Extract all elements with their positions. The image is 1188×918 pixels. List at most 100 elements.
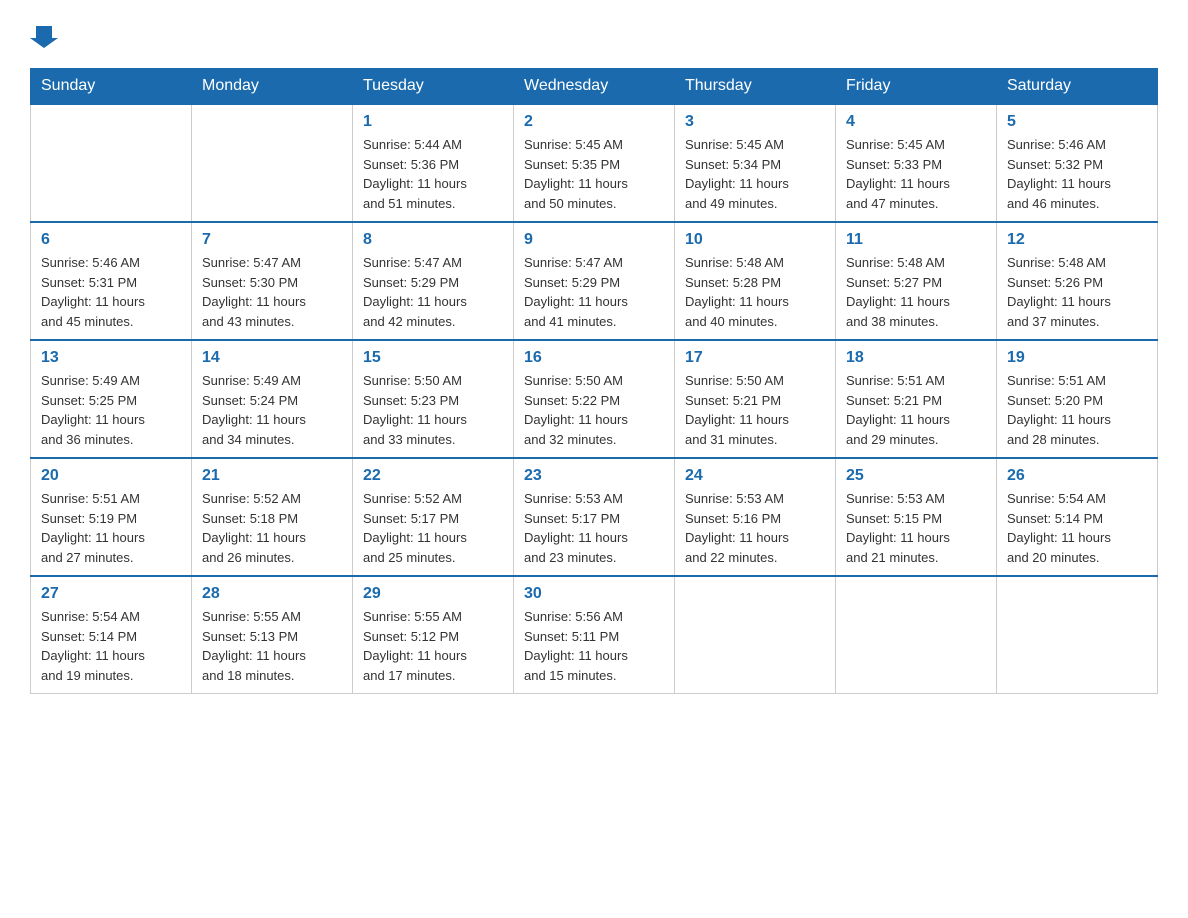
day-info: Sunrise: 5:52 AM Sunset: 5:17 PM Dayligh… [363,489,503,567]
logo-arrow-icon [30,20,58,48]
day-info: Sunrise: 5:50 AM Sunset: 5:22 PM Dayligh… [524,371,664,449]
calendar-cell: 14 Sunrise: 5:49 AM Sunset: 5:24 PM Dayli… [192,340,353,458]
weekday-header-row: SundayMondayTuesdayWednesdayThursdayFrid… [31,69,1158,105]
weekday-header-saturday: Saturday [997,69,1158,105]
day-info: Sunrise: 5:49 AM Sunset: 5:25 PM Dayligh… [41,371,181,449]
day-info: Sunrise: 5:53 AM Sunset: 5:17 PM Dayligh… [524,489,664,567]
day-number: 27 [41,585,181,603]
calendar-cell: 17 Sunrise: 5:50 AM Sunset: 5:21 PM Dayli… [675,340,836,458]
calendar-cell: 9Sunrise: 5:47 AM Sunset: 5:29 PM Daylig… [514,222,675,340]
day-info: Sunrise: 5:55 AM Sunset: 5:12 PM Dayligh… [363,607,503,685]
day-info: Sunrise: 5:48 AM Sunset: 5:28 PM Dayligh… [685,253,825,331]
weekday-header-monday: Monday [192,69,353,105]
calendar-cell: 16 Sunrise: 5:50 AM Sunset: 5:22 PM Dayli… [514,340,675,458]
day-number: 15 [363,349,503,367]
calendar-cell: 1Sunrise: 5:44 AM Sunset: 5:36 PM Daylig… [353,104,514,222]
calendar-week-row: 20 Sunrise: 5:51 AM Sunset: 5:19 PM Dayli… [31,458,1158,576]
day-number: 4 [846,113,986,131]
day-number: 5 [1007,113,1147,131]
day-number: 16 [524,349,664,367]
weekday-header-wednesday: Wednesday [514,69,675,105]
day-number: 19 [1007,349,1147,367]
weekday-header-sunday: Sunday [31,69,192,105]
calendar-cell: 27 Sunrise: 5:54 AM Sunset: 5:14 PM Dayli… [31,576,192,694]
day-info: Sunrise: 5:53 AM Sunset: 5:15 PM Dayligh… [846,489,986,567]
calendar-cell: 23Sunrise: 5:53 AM Sunset: 5:17 PM Dayli… [514,458,675,576]
calendar-cell: 21 Sunrise: 5:52 AM Sunset: 5:18 PM Dayli… [192,458,353,576]
page-header [30,20,1158,48]
calendar-cell: 7 Sunrise: 5:47 AM Sunset: 5:30 PM Daylig… [192,222,353,340]
day-number: 3 [685,113,825,131]
calendar-cell [31,104,192,222]
day-info: Sunrise: 5:52 AM Sunset: 5:18 PM Dayligh… [202,489,342,567]
calendar-cell: 24 Sunrise: 5:53 AM Sunset: 5:16 PM Dayli… [675,458,836,576]
day-number: 29 [363,585,503,603]
calendar-cell: 26Sunrise: 5:54 AM Sunset: 5:14 PM Dayli… [997,458,1158,576]
day-info: Sunrise: 5:48 AM Sunset: 5:27 PM Dayligh… [846,253,986,331]
day-info: Sunrise: 5:45 AM Sunset: 5:35 PM Dayligh… [524,135,664,213]
calendar-cell: 20 Sunrise: 5:51 AM Sunset: 5:19 PM Dayli… [31,458,192,576]
day-info: Sunrise: 5:54 AM Sunset: 5:14 PM Dayligh… [41,607,181,685]
calendar-cell [192,104,353,222]
day-number: 2 [524,113,664,131]
day-info: Sunrise: 5:50 AM Sunset: 5:23 PM Dayligh… [363,371,503,449]
calendar-cell: 12Sunrise: 5:48 AM Sunset: 5:26 PM Dayli… [997,222,1158,340]
calendar-cell: 2 Sunrise: 5:45 AM Sunset: 5:35 PM Daylig… [514,104,675,222]
calendar-cell: 5 Sunrise: 5:46 AM Sunset: 5:32 PM Daylig… [997,104,1158,222]
day-info: Sunrise: 5:51 AM Sunset: 5:19 PM Dayligh… [41,489,181,567]
calendar-cell: 18 Sunrise: 5:51 AM Sunset: 5:21 PM Dayli… [836,340,997,458]
day-number: 22 [363,467,503,485]
calendar-table: SundayMondayTuesdayWednesdayThursdayFrid… [30,68,1158,694]
calendar-cell: 8 Sunrise: 5:47 AM Sunset: 5:29 PM Daylig… [353,222,514,340]
day-info: Sunrise: 5:49 AM Sunset: 5:24 PM Dayligh… [202,371,342,449]
day-info: Sunrise: 5:51 AM Sunset: 5:21 PM Dayligh… [846,371,986,449]
day-info: Sunrise: 5:47 AM Sunset: 5:30 PM Dayligh… [202,253,342,331]
logo [30,20,58,48]
calendar-cell: 4 Sunrise: 5:45 AM Sunset: 5:33 PM Daylig… [836,104,997,222]
calendar-cell: 10 Sunrise: 5:48 AM Sunset: 5:28 PM Dayli… [675,222,836,340]
day-info: Sunrise: 5:48 AM Sunset: 5:26 PM Dayligh… [1007,253,1147,331]
day-info: Sunrise: 5:47 AM Sunset: 5:29 PM Dayligh… [363,253,503,331]
calendar-cell: 22 Sunrise: 5:52 AM Sunset: 5:17 PM Dayli… [353,458,514,576]
day-info: Sunrise: 5:50 AM Sunset: 5:21 PM Dayligh… [685,371,825,449]
day-info: Sunrise: 5:46 AM Sunset: 5:31 PM Dayligh… [41,253,181,331]
day-number: 24 [685,467,825,485]
calendar-cell: 25 Sunrise: 5:53 AM Sunset: 5:15 PM Dayli… [836,458,997,576]
calendar-cell: 15 Sunrise: 5:50 AM Sunset: 5:23 PM Dayli… [353,340,514,458]
day-number: 9 [524,231,664,249]
weekday-header-friday: Friday [836,69,997,105]
weekday-header-thursday: Thursday [675,69,836,105]
day-number: 7 [202,231,342,249]
calendar-week-row: 6 Sunrise: 5:46 AM Sunset: 5:31 PM Daylig… [31,222,1158,340]
day-number: 20 [41,467,181,485]
day-info: Sunrise: 5:55 AM Sunset: 5:13 PM Dayligh… [202,607,342,685]
day-info: Sunrise: 5:54 AM Sunset: 5:14 PM Dayligh… [1007,489,1147,567]
day-info: Sunrise: 5:51 AM Sunset: 5:20 PM Dayligh… [1007,371,1147,449]
calendar-cell [675,576,836,694]
day-number: 28 [202,585,342,603]
calendar-cell: 28 Sunrise: 5:55 AM Sunset: 5:13 PM Dayli… [192,576,353,694]
day-number: 17 [685,349,825,367]
weekday-header-tuesday: Tuesday [353,69,514,105]
calendar-cell: 3 Sunrise: 5:45 AM Sunset: 5:34 PM Daylig… [675,104,836,222]
day-number: 10 [685,231,825,249]
calendar-week-row: 1Sunrise: 5:44 AM Sunset: 5:36 PM Daylig… [31,104,1158,222]
day-number: 8 [363,231,503,249]
calendar-week-row: 13Sunrise: 5:49 AM Sunset: 5:25 PM Dayli… [31,340,1158,458]
calendar-cell: 29 Sunrise: 5:55 AM Sunset: 5:12 PM Dayli… [353,576,514,694]
calendar-cell: 19 Sunrise: 5:51 AM Sunset: 5:20 PM Dayli… [997,340,1158,458]
day-info: Sunrise: 5:45 AM Sunset: 5:33 PM Dayligh… [846,135,986,213]
calendar-cell [997,576,1158,694]
day-info: Sunrise: 5:44 AM Sunset: 5:36 PM Dayligh… [363,135,503,213]
day-number: 21 [202,467,342,485]
day-info: Sunrise: 5:53 AM Sunset: 5:16 PM Dayligh… [685,489,825,567]
day-number: 25 [846,467,986,485]
day-number: 14 [202,349,342,367]
calendar-cell: 13Sunrise: 5:49 AM Sunset: 5:25 PM Dayli… [31,340,192,458]
day-number: 18 [846,349,986,367]
calendar-cell [836,576,997,694]
day-number: 6 [41,231,181,249]
day-info: Sunrise: 5:46 AM Sunset: 5:32 PM Dayligh… [1007,135,1147,213]
day-info: Sunrise: 5:45 AM Sunset: 5:34 PM Dayligh… [685,135,825,213]
calendar-cell: 30Sunrise: 5:56 AM Sunset: 5:11 PM Dayli… [514,576,675,694]
